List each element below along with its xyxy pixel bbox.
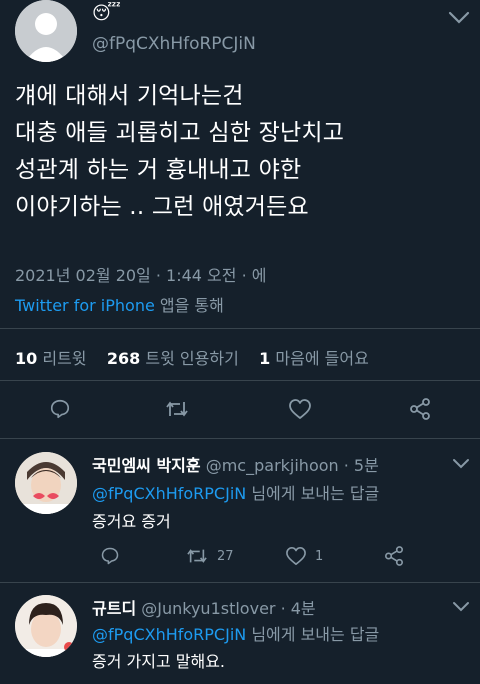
reply-header: 규트디 @Junkyu1stlover · 4분 — [92, 595, 316, 622]
retweet-icon[interactable] — [186, 546, 208, 566]
author-handle[interactable]: @fPqCXhHfoRPCJiN — [92, 34, 256, 54]
reply-context: @fPqCXhHfoRPCJiN 님에게 보내는 답글 — [92, 481, 379, 507]
tweet-line: 이야기하는 .. 그런 애였거든요 — [15, 194, 309, 220]
share-icon[interactable] — [409, 398, 431, 420]
tweet-stats: 10 리트윗 268 트윗 인용하기 1 마음에 들어요 — [15, 345, 369, 369]
quotes-label: 트윗 인용하기 — [145, 349, 239, 368]
reply-time: · 5분 — [343, 456, 379, 475]
reply-icon[interactable] — [49, 398, 71, 420]
reply-header: 국민엠씨 박지훈 @mc_parkjihoon · 5분 — [92, 452, 379, 479]
reply-text: 증거 가지고 말해요. — [92, 652, 226, 671]
reply-text: 증거요 증거 — [92, 512, 171, 531]
retweets-label: 리트윗 — [42, 349, 87, 368]
quotes-count: 268 — [106, 349, 141, 368]
reply-retweet-count: 27 — [217, 549, 234, 564]
retweets-stat[interactable]: 10 리트윗 — [15, 349, 92, 368]
retweets-count: 10 — [15, 349, 38, 368]
likes-count: 1 — [259, 349, 271, 368]
reply-author-name[interactable]: 규트디 — [92, 599, 136, 618]
tweet-line: 성관계 하는 거 흉내내고 야한 — [15, 157, 302, 183]
reply-like-count: 1 — [315, 549, 324, 564]
divider — [0, 438, 480, 439]
reply-time: · 4분 — [280, 599, 316, 618]
reply-author-name[interactable]: 국민엠씨 박지훈 — [92, 456, 201, 475]
reply-mention[interactable]: @fPqCXhHfoRPCJiN — [92, 484, 246, 503]
reply-author-handle[interactable]: @mc_parkjihoon — [206, 456, 339, 475]
divider — [0, 328, 480, 329]
reply-avatar[interactable] — [15, 595, 77, 657]
divider — [0, 380, 480, 381]
likes-stat[interactable]: 1 마음에 들어요 — [259, 349, 369, 368]
divider — [0, 582, 480, 583]
share-icon[interactable] — [384, 546, 404, 566]
reply-context: @fPqCXhHfoRPCJiN 님에게 보내는 답글 — [92, 622, 379, 648]
tweet-line: 걔에 대해서 기억나는건 — [15, 83, 244, 109]
reply-mention-suffix: 님에게 보내는 답글 — [251, 484, 380, 503]
chevron-down-icon[interactable] — [448, 11, 470, 25]
tweet-timestamp: 2021년 02월 20일 · 1:44 오전 · 에 — [15, 266, 267, 285]
like-icon[interactable] — [285, 546, 307, 566]
chevron-down-icon[interactable] — [452, 458, 470, 470]
tweet-body: 걔에 대해서 기억나는건 대충 애들 괴롭히고 심한 장난치고 성관계 하는 거… — [15, 78, 475, 226]
reply-mention-suffix: 님에게 보내는 답글 — [251, 625, 380, 644]
reply-author-handle[interactable]: @Junkyu1stlover — [141, 599, 275, 618]
tweet-line: 대충 애들 괴롭히고 심한 장난치고 — [15, 120, 345, 146]
like-icon[interactable] — [288, 398, 312, 420]
source-app-link[interactable]: Twitter for iPhone — [15, 296, 155, 315]
author-avatar[interactable] — [15, 0, 77, 62]
tweet-source: Twitter for iPhone 앱을 통해 — [15, 292, 224, 316]
quotes-stat[interactable]: 268 트윗 인용하기 — [107, 349, 244, 368]
chevron-down-icon[interactable] — [452, 601, 470, 613]
author-emoji: 😴 — [92, 3, 121, 24]
source-suffix: 앱을 통해 — [159, 296, 224, 315]
retweet-icon[interactable] — [165, 398, 189, 420]
reply-avatar[interactable] — [15, 452, 77, 514]
reply-icon[interactable] — [100, 546, 120, 566]
reply-mention[interactable]: @fPqCXhHfoRPCJiN — [92, 625, 246, 644]
likes-label: 마음에 들어요 — [275, 349, 369, 368]
